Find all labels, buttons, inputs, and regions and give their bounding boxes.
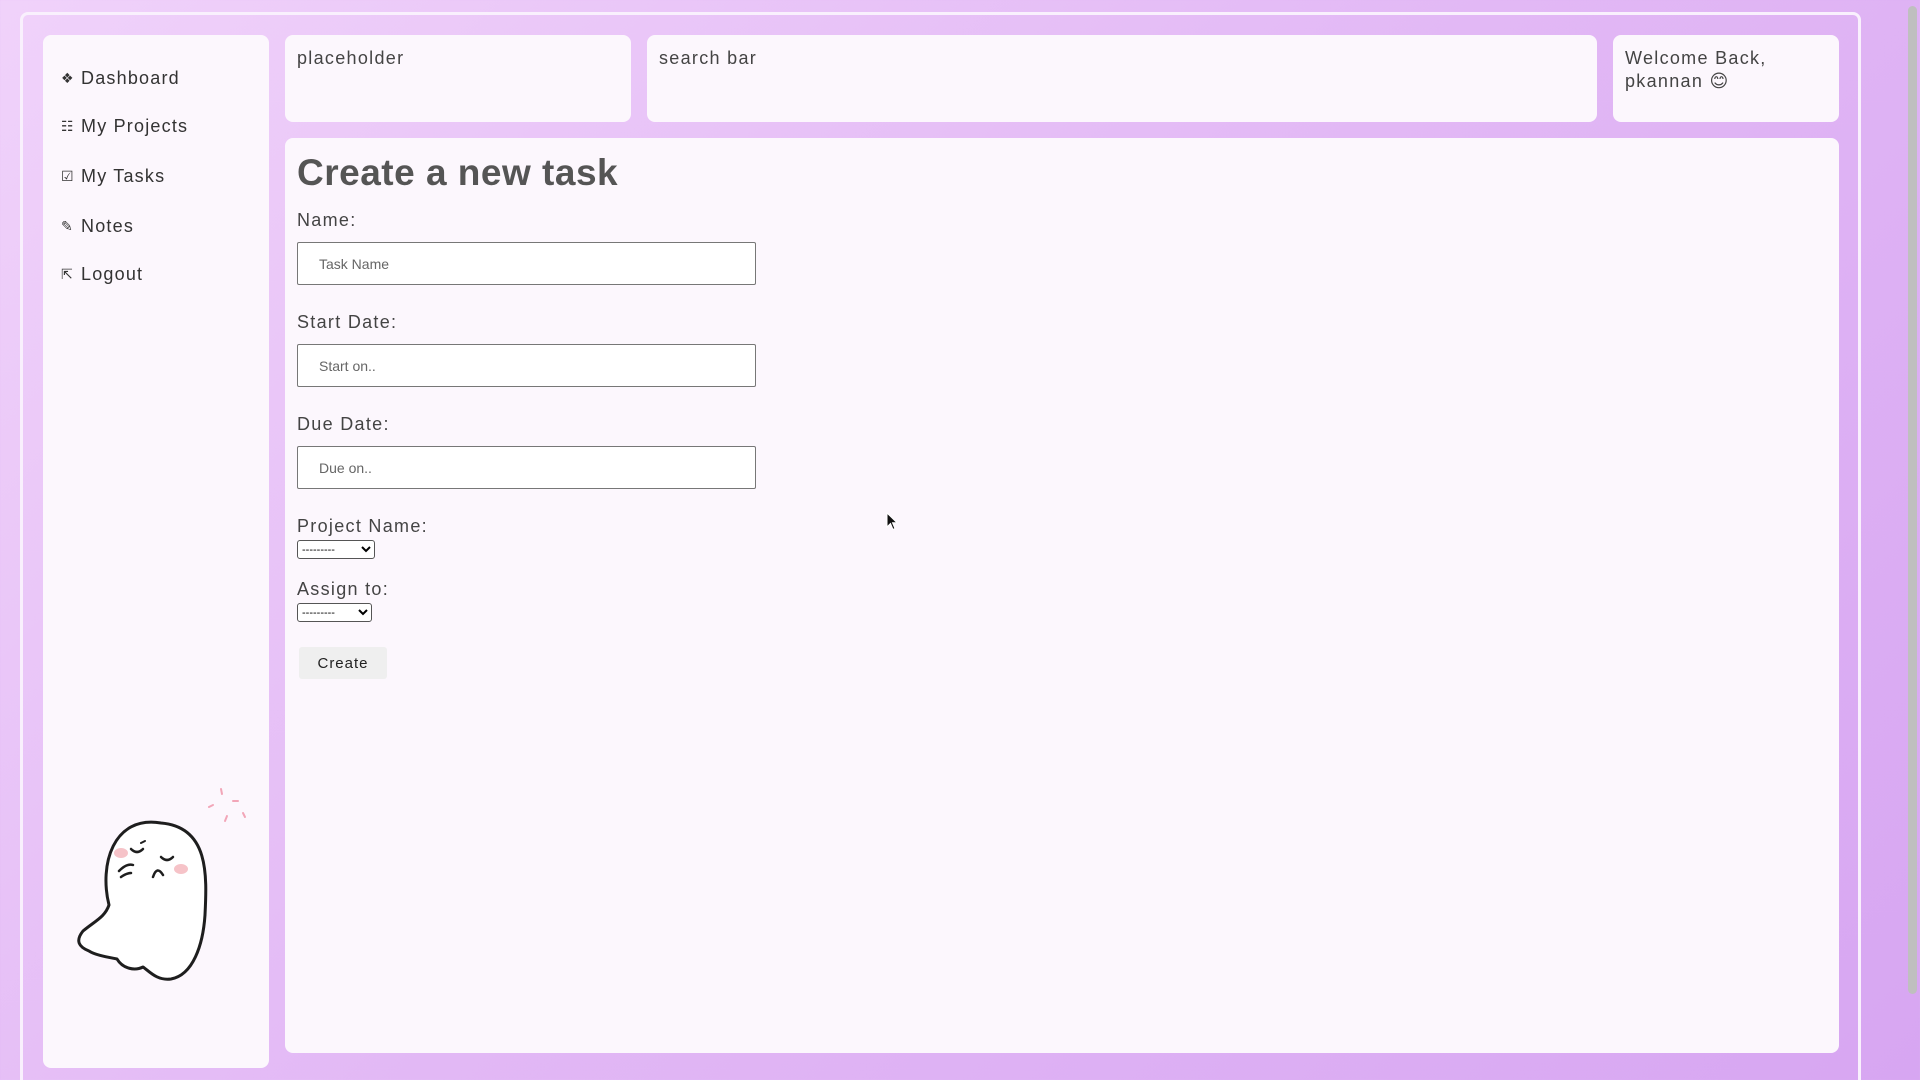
sidebar-item-notes[interactable]: ✎ Notes	[61, 216, 134, 237]
welcome-message: Welcome Back, pkannan 😊	[1613, 35, 1839, 105]
create-button[interactable]: Create	[299, 647, 387, 679]
sidebar-item-dashboard[interactable]: ❖ Dashboard	[61, 68, 180, 89]
sidebar-item-label: Logout	[81, 264, 144, 284]
checkbox-icon: ☑	[61, 168, 75, 184]
due-date-input[interactable]	[297, 446, 756, 489]
sidebar-item-label: My Projects	[81, 116, 189, 136]
scrollbar-thumb[interactable]	[1908, 6, 1917, 994]
sidebar-item-my-projects[interactable]: ☷ My Projects	[61, 116, 188, 137]
placeholder-text: placeholder	[297, 48, 405, 68]
sidebar-item-label: Notes	[81, 216, 135, 236]
list-icon: ☷	[61, 118, 75, 134]
pencil-icon: ✎	[61, 218, 74, 234]
username: pkannan	[1625, 71, 1704, 91]
sidebar: ❖ Dashboard ☷ My Projects ☑ My Tasks ✎ N…	[43, 35, 269, 1068]
assign-to-label: Assign to:	[297, 579, 390, 599]
search-bar-text: search bar	[659, 48, 758, 68]
mouse-cursor-icon	[886, 512, 899, 531]
sidebar-item-logout[interactable]: ⇱ Logout	[61, 264, 143, 285]
scrollbar[interactable]	[1904, 0, 1920, 1080]
project-name-label: Project Name:	[297, 516, 428, 536]
smile-emoji-icon: 😊	[1709, 71, 1730, 91]
due-date-label: Due Date:	[297, 414, 390, 434]
sidebar-item-label: Dashboard	[81, 68, 180, 88]
welcome-text: Welcome Back,	[1625, 48, 1767, 68]
project-name-select[interactable]: ---------	[297, 540, 375, 559]
assign-to-select[interactable]: ---------	[297, 603, 372, 622]
start-date-label: Start Date:	[297, 312, 398, 332]
diamond-icon: ❖	[61, 70, 75, 86]
task-name-input[interactable]	[297, 242, 756, 285]
welcome-card: Welcome Back, pkannan 😊	[1613, 35, 1839, 122]
sidebar-item-my-tasks[interactable]: ☑ My Tasks	[61, 166, 165, 187]
sidebar-item-label: My Tasks	[81, 166, 166, 186]
search-bar[interactable]: search bar	[647, 35, 1597, 122]
name-label: Name:	[297, 210, 357, 230]
start-date-input[interactable]	[297, 344, 756, 387]
placeholder-card: placeholder	[285, 35, 631, 122]
logout-icon: ⇱	[61, 266, 74, 282]
main-panel: Create a new task Name: Start Date: Due …	[285, 138, 1839, 1053]
ghost-illustration	[77, 788, 246, 981]
page-title: Create a new task	[297, 152, 619, 193]
